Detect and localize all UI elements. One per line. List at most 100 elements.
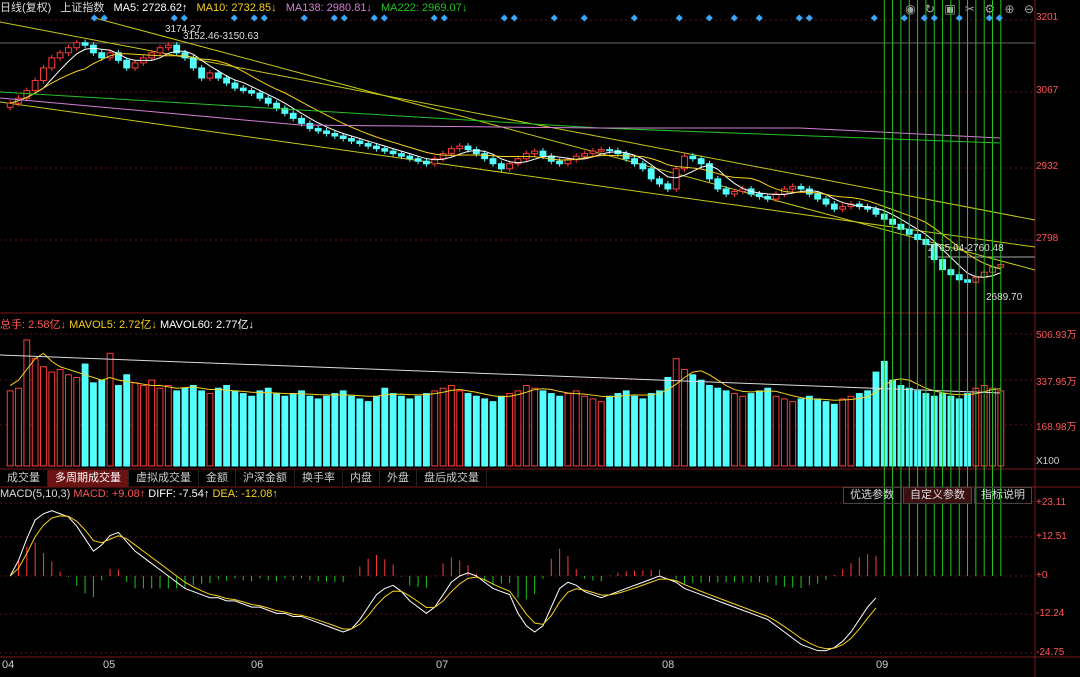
volume-bar (356, 398, 364, 467)
volume-bar (639, 398, 647, 467)
volume-bar (522, 385, 530, 467)
candle (40, 67, 47, 82)
macd-axis-3: +0 (1036, 570, 1048, 581)
candle (389, 150, 397, 155)
vol-axis-unit: X100 (1036, 456, 1060, 467)
trend-line-lower (0, 101, 1036, 248)
volume-bar (331, 393, 339, 467)
volume-bar (531, 387, 539, 467)
tab-outer[interactable]: 外盘 (380, 470, 417, 487)
candle (164, 44, 172, 49)
candle (497, 163, 505, 170)
volume-bar (98, 379, 106, 467)
volume-bar (581, 395, 589, 467)
candle (298, 117, 305, 124)
date-07: 07 (436, 659, 449, 671)
candle (830, 203, 838, 210)
volume-bar (547, 393, 555, 467)
volume-bar (198, 390, 206, 467)
volume-bar (597, 401, 605, 467)
volume-bar (164, 385, 172, 467)
volume-bar (139, 385, 147, 467)
volume-bar (273, 393, 280, 467)
candle (664, 183, 672, 190)
volume-bar (814, 398, 822, 467)
volume-bar (731, 393, 738, 467)
volume-bar (839, 398, 847, 467)
volume-bar (248, 395, 256, 467)
tab-after-hours[interactable]: 盘后成交量 (417, 470, 487, 487)
candle (123, 59, 131, 69)
candle (239, 87, 247, 92)
candle (348, 138, 355, 142)
volume-bar (298, 390, 305, 467)
volume-bar (456, 390, 464, 467)
volume-bar (264, 387, 272, 467)
low-annotation: 2689.70 (986, 292, 1023, 303)
tab-turnover[interactable]: 换手率 (295, 470, 343, 487)
volume-bar (722, 390, 730, 467)
candle (597, 149, 605, 152)
candle (214, 72, 222, 79)
indicator-help-button[interactable]: 指标说明 (974, 487, 1032, 504)
macd-axis-4: -12.24 (1036, 608, 1065, 619)
candle (697, 158, 705, 165)
volume-bar (65, 374, 72, 467)
vol-axis-1: 506.93万 (1036, 330, 1077, 341)
volume-bar (181, 387, 189, 467)
range-annotation-2: 2765.64-2760.48 (928, 243, 1004, 254)
candle (722, 188, 730, 195)
candle (805, 188, 813, 195)
tab-shsz-amount[interactable]: 沪深金额 (236, 470, 295, 487)
candle (631, 158, 638, 165)
date-05: 05 (103, 659, 116, 671)
candle (323, 130, 330, 134)
range-annotation-1: 3152.46-3150.63 (183, 31, 259, 42)
candle (189, 57, 197, 69)
candle (306, 122, 314, 129)
price-axis-2932: 2932 (1036, 161, 1059, 172)
mavol60-value: MAVOL60: 2.77亿↓ (160, 319, 254, 331)
tab-inner[interactable]: 内盘 (343, 470, 380, 487)
candle (364, 143, 372, 147)
chart-canvas[interactable] (0, 0, 1080, 677)
candle (814, 193, 822, 200)
volume-bar (314, 398, 322, 467)
candle (31, 80, 39, 92)
volume-bar (864, 390, 872, 467)
volume-bar (31, 358, 39, 467)
volume-bar (364, 401, 372, 467)
volume-bar (106, 352, 114, 467)
volume-total: 总手: 2.58亿↓ (0, 319, 67, 331)
volume-bar (706, 385, 713, 467)
volume-bar (622, 390, 630, 467)
volume-bar (447, 385, 455, 467)
volume-bar (647, 393, 655, 467)
macd-axis-5: -24.75 (1036, 647, 1065, 658)
tab-volume[interactable]: 成交量 (0, 470, 48, 487)
tab-multi-period-volume[interactable]: 多周期成交量 (48, 470, 129, 487)
custom-params-button[interactable]: 自定义参数 (903, 487, 972, 504)
candle (589, 150, 597, 155)
volume-bar (306, 395, 314, 467)
candle (439, 153, 447, 160)
volume-bar (672, 358, 680, 467)
volume-bar (472, 395, 480, 467)
macd-title: MACD(5,10,3) (0, 488, 71, 500)
candle (6, 102, 14, 108)
candle (647, 168, 655, 180)
volume-bar (872, 371, 880, 467)
optimal-params-button[interactable]: 优选参数 (843, 487, 901, 504)
candle (672, 168, 680, 190)
candle (65, 47, 72, 54)
tab-amount[interactable]: 金额 (199, 470, 236, 487)
mavol5-value: MAVOL5: 2.72亿↓ (69, 319, 157, 331)
volume-bar (40, 366, 47, 467)
tab-virtual-volume[interactable]: 虚拟成交量 (129, 470, 199, 487)
volume-bar (339, 390, 347, 467)
volume-bar (830, 403, 838, 467)
volume-bar (422, 393, 430, 467)
date-04: 04 (2, 659, 15, 671)
candle (331, 132, 339, 137)
volume-bar (414, 395, 422, 467)
